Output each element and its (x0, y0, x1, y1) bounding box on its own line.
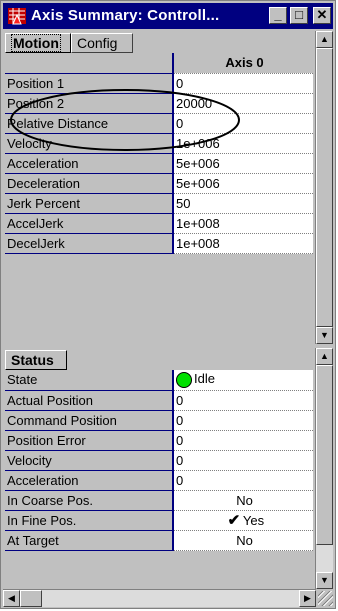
scroll-thumb[interactable] (316, 365, 333, 545)
column-header-axis-0[interactable]: Axis 0 (173, 53, 313, 74)
row-value[interactable]: Idle (173, 370, 313, 391)
status-vertical-scrollbar[interactable]: ▲ ▼ (315, 348, 333, 589)
status-indicator-icon (176, 372, 192, 389)
row-value[interactable]: 5e+006 (173, 173, 313, 194)
close-button[interactable]: ✕ (313, 7, 331, 24)
row-label: DecelJerk (5, 233, 174, 254)
row-value[interactable]: 1e+008 (173, 213, 313, 234)
row-value[interactable]: 0 (173, 430, 313, 451)
scroll-down-button[interactable]: ▼ (316, 572, 333, 589)
table-row[interactable]: DecelJerk 1e+008 (5, 233, 313, 254)
table-row[interactable]: State Idle (5, 370, 313, 391)
scroll-up-button[interactable]: ▲ (316, 348, 333, 365)
highlight-ellipse (10, 89, 240, 151)
table-row[interactable]: Position Error 0 (5, 430, 313, 451)
row-value[interactable]: ✔ Yes (173, 510, 313, 531)
row-label: Position Error (5, 430, 174, 451)
row-value[interactable]: No (173, 490, 313, 511)
row-label: AccelJerk (5, 213, 174, 234)
checkmark-icon: ✔ (227, 512, 241, 529)
scroll-up-button[interactable]: ▲ (316, 31, 333, 48)
table-row[interactable]: Deceleration 5e+006 (5, 173, 313, 194)
app-icon (8, 8, 26, 25)
scroll-thumb[interactable] (316, 48, 333, 327)
motion-vertical-scrollbar[interactable]: ▲ ▼ (315, 31, 333, 344)
scroll-right-button[interactable]: ▶ (299, 590, 316, 607)
status-grid: State Idle Actual Position 0 Command Posi… (5, 370, 313, 551)
row-label: Acceleration (5, 153, 174, 174)
grid-header-row: Axis 0 (5, 53, 313, 74)
axis-summary-window: Axis Summary: Controll... _ □ ✕ Motion C… (0, 0, 336, 609)
row-label: State (5, 370, 174, 391)
tab-motion[interactable]: Motion (5, 33, 71, 53)
state-value: Idle (194, 371, 215, 387)
row-label: Actual Position (5, 390, 174, 411)
row-value[interactable]: 0 (173, 390, 313, 411)
row-value[interactable]: 50 (173, 193, 313, 214)
row-value[interactable]: 0 (173, 450, 313, 471)
tab-config[interactable]: Config (71, 33, 133, 53)
tab-status[interactable]: Status (5, 350, 67, 370)
table-row[interactable]: In Coarse Pos. No (5, 490, 313, 511)
title-bar[interactable]: Axis Summary: Controll... _ □ ✕ (3, 3, 333, 29)
row-label: Acceleration (5, 470, 174, 491)
row-label: At Target (5, 530, 174, 551)
table-row[interactable]: Actual Position 0 (5, 390, 313, 411)
maximize-button[interactable]: □ (290, 7, 308, 24)
row-value[interactable]: 5e+006 (173, 153, 313, 174)
status-panel: Status State Idle Actual Position 0 Comma… (3, 348, 333, 589)
row-label: Command Position (5, 410, 174, 431)
row-value[interactable]: 0 (173, 410, 313, 431)
fine-pos-value: Yes (242, 513, 265, 528)
hscroll-thumb[interactable] (20, 590, 42, 607)
row-label: In Coarse Pos. (5, 490, 174, 511)
row-label: In Fine Pos. (5, 510, 174, 531)
row-value[interactable]: 0 (173, 470, 313, 491)
motion-panel: Motion Config Axis 0 Position 10 Positio… (3, 31, 333, 344)
horizontal-scrollbar[interactable]: ◀ ▶ (3, 589, 316, 607)
row-value[interactable]: 1e+008 (173, 233, 313, 254)
table-row[interactable]: Velocity 0 (5, 450, 313, 471)
table-row[interactable]: Acceleration 0 (5, 470, 313, 491)
window-title: Axis Summary: Controll... (31, 7, 220, 24)
row-label: Deceleration (5, 173, 174, 194)
row-value[interactable]: No (173, 530, 313, 551)
grid-corner-cell (5, 53, 174, 74)
table-row[interactable]: AccelJerk 1e+008 (5, 213, 313, 234)
scroll-down-button[interactable]: ▼ (316, 327, 333, 344)
table-row[interactable]: At Target No (5, 530, 313, 551)
row-label: Jerk Percent (5, 193, 174, 214)
table-row[interactable]: In Fine Pos. ✔ Yes (5, 510, 313, 531)
table-row[interactable]: Acceleration 5e+006 (5, 153, 313, 174)
minimize-button[interactable]: _ (269, 7, 287, 24)
table-row[interactable]: Command Position 0 (5, 410, 313, 431)
table-row[interactable]: Jerk Percent 50 (5, 193, 313, 214)
scroll-left-button[interactable]: ◀ (3, 590, 20, 607)
row-label: Velocity (5, 450, 174, 471)
resize-grip-icon[interactable] (318, 591, 333, 606)
